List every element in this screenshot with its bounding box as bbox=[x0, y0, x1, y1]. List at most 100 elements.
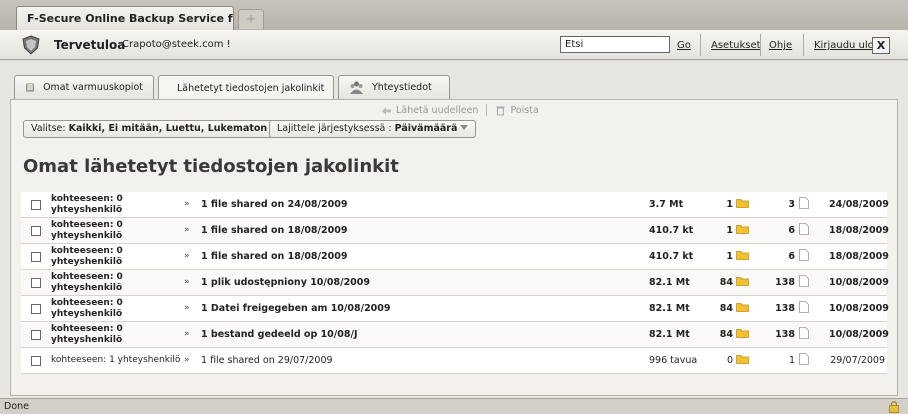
trash-icon bbox=[496, 106, 505, 115]
recipient-line-2: yhteyshenkilö bbox=[51, 231, 123, 241]
status-text: Done bbox=[4, 401, 29, 412]
folder-icon bbox=[736, 277, 749, 286]
tab-my-backups[interactable]: Omat varmuuskopiot bbox=[14, 75, 154, 99]
folder-icon bbox=[736, 355, 749, 364]
row-checkbox[interactable] bbox=[31, 330, 41, 340]
table-row[interactable]: kohteeseen: 1 yhteyshenkilö» 1 file share… bbox=[21, 348, 887, 374]
share-description[interactable]: 1 file shared on 29/07/2009 bbox=[201, 355, 333, 366]
table-row[interactable]: kohteeseen: 0 yhteyshenkilö» 1 file shared… bbox=[21, 244, 889, 270]
share-date: 18/08/2009 bbox=[829, 251, 889, 262]
lock-icon bbox=[889, 401, 899, 413]
divider bbox=[700, 34, 701, 56]
row-checkbox[interactable] bbox=[31, 200, 41, 210]
share-description[interactable]: 1 bestand gedeeld op 10/08/J bbox=[201, 329, 357, 340]
app-header: Tervetuloa Crapoto@steek.com ! Go Asetuk… bbox=[0, 30, 908, 60]
table-row[interactable]: kohteeseen: 0 yhteyshenkilö» 1 file shared… bbox=[21, 192, 889, 218]
row-checkbox[interactable] bbox=[31, 252, 41, 262]
folder-count-value: 1 bbox=[726, 225, 733, 236]
share-date: 24/08/2009 bbox=[829, 199, 889, 210]
share-description[interactable]: 1 Datei freigegeben am 10/08/2009 bbox=[201, 303, 391, 314]
file-icon bbox=[799, 327, 809, 339]
contacts-icon bbox=[350, 81, 363, 94]
file-count-value: 138 bbox=[775, 329, 795, 340]
share-size: 410.7 kt bbox=[649, 251, 694, 262]
filter-options[interactable]: Kaikki, Ei mitään, Luettu, Lukematon bbox=[69, 123, 268, 134]
file-count-value: 3 bbox=[788, 199, 795, 210]
recipient-cell: kohteeseen: 0 yhteyshenkilö bbox=[51, 324, 181, 346]
file-icon bbox=[799, 353, 809, 365]
row-checkbox[interactable] bbox=[31, 356, 41, 366]
file-count-value: 6 bbox=[788, 225, 795, 236]
recipient-line-1: kohteeseen: 0 bbox=[51, 246, 123, 256]
logout-link[interactable]: Kirjaudu ulos bbox=[814, 40, 879, 51]
folder-count: 84 bbox=[709, 303, 749, 314]
share-size: 82.1 Mt bbox=[649, 277, 690, 288]
resend-button[interactable]: Lähetä uudelleen bbox=[396, 105, 478, 116]
file-icon bbox=[799, 249, 809, 261]
table-row[interactable]: kohteeseen: 0 yhteyshenkilö» 1 bestand ged… bbox=[21, 322, 889, 348]
browser-tab-strip: F-Secure Online Backup Service for C... … bbox=[0, 0, 908, 30]
share-date: 10/08/2009 bbox=[829, 277, 889, 288]
table-row[interactable]: kohteeseen: 0 yhteyshenkilö » 1 plik udostę… bbox=[21, 270, 889, 296]
new-tab-button[interactable]: + bbox=[238, 9, 264, 29]
folder-count-value: 1 bbox=[726, 251, 733, 262]
resend-icon bbox=[382, 106, 391, 115]
share-description[interactable]: 1 file shared on 18/08/2009 bbox=[201, 225, 347, 236]
share-date: 29/07/2009 bbox=[830, 355, 885, 366]
fsecure-logo-icon bbox=[22, 35, 40, 55]
go-button[interactable]: Go bbox=[677, 40, 691, 51]
recipient-cell: kohteeseen: 0 yhteyshenkilö bbox=[51, 194, 181, 216]
sort-prefix: Lajittele järjestyksessä : bbox=[277, 123, 395, 134]
row-checkbox[interactable] bbox=[31, 278, 41, 288]
folder-icon bbox=[736, 199, 749, 208]
recipient-line-1: kohteeseen: 0 bbox=[51, 272, 123, 282]
browser-tab[interactable]: F-Secure Online Backup Service for C... bbox=[16, 6, 234, 30]
file-count: 3 bbox=[763, 197, 809, 210]
share-date: 18/08/2009 bbox=[829, 225, 889, 236]
expand-icon[interactable]: » bbox=[184, 225, 190, 235]
row-checkbox[interactable] bbox=[31, 304, 41, 314]
file-count: 138 bbox=[763, 275, 809, 288]
welcome-text: Tervetuloa bbox=[54, 38, 126, 52]
folder-icon bbox=[736, 329, 749, 338]
settings-link[interactable]: Asetukset bbox=[711, 40, 761, 51]
share-description[interactable]: 1 plik udostępniony 10/08/2009 bbox=[201, 277, 370, 288]
share-size: 410.7 kt bbox=[649, 225, 694, 236]
share-size: 82.1 Mt bbox=[649, 303, 690, 314]
divider bbox=[760, 34, 761, 56]
table-row[interactable]: kohteeseen: 0 yhteyshenkilö» 1 file shared… bbox=[21, 218, 889, 244]
sort-dropdown[interactable]: Lajittele järjestyksessä : Päivämäärä bbox=[269, 120, 477, 138]
table-row[interactable]: kohteeseen: 0 yhteyshenkilö» 1 Datei freig… bbox=[21, 296, 889, 322]
close-button[interactable]: X bbox=[872, 37, 890, 54]
share-description[interactable]: 1 file shared on 24/08/2009 bbox=[201, 199, 347, 210]
shares-table: kohteeseen: 0 yhteyshenkilö» 1 file shared… bbox=[21, 192, 889, 374]
row-checkbox[interactable] bbox=[31, 226, 41, 236]
divider bbox=[803, 34, 804, 56]
main-content: Omat varmuuskopiot Lähetetyt tiedostojen… bbox=[0, 61, 908, 398]
help-link[interactable]: Ohje bbox=[769, 40, 792, 51]
recipient-cell: kohteeseen: 0 yhteyshenkilö bbox=[51, 246, 181, 268]
expand-icon[interactable]: » bbox=[184, 355, 190, 365]
recipient-line-2: yhteyshenkilö bbox=[51, 283, 123, 293]
folder-count-value: 84 bbox=[719, 277, 733, 288]
tab-sent-share-links[interactable]: Lähetetyt tiedostojen jakolinkit bbox=[158, 75, 334, 100]
expand-icon[interactable]: » bbox=[184, 329, 190, 339]
expand-icon[interactable]: » bbox=[184, 199, 190, 209]
select-filter[interactable]: Valitse: Kaikki, Ei mitään, Luettu, Luke… bbox=[23, 120, 276, 138]
browser-tab-title: F-Secure Online Backup Service for C... bbox=[27, 12, 233, 25]
status-bar: Done bbox=[0, 398, 908, 414]
search-input[interactable] bbox=[560, 36, 670, 53]
delete-button[interactable]: Poista bbox=[510, 105, 538, 116]
expand-icon[interactable]: » bbox=[184, 303, 190, 313]
share-size: 3.7 Mt bbox=[649, 199, 684, 210]
expand-icon[interactable]: » bbox=[184, 277, 190, 287]
share-size: 82.1 Mt bbox=[649, 329, 690, 340]
share-description[interactable]: 1 file shared on 18/08/2009 bbox=[201, 251, 347, 262]
file-count-value: 138 bbox=[775, 303, 795, 314]
tab-contacts[interactable]: Yhteystiedot bbox=[338, 75, 450, 99]
file-icon bbox=[799, 275, 809, 287]
tab-label: Lähetetyt tiedostojen jakolinkit bbox=[177, 82, 325, 94]
expand-icon[interactable]: » bbox=[184, 251, 190, 261]
folder-count-value: 84 bbox=[719, 329, 733, 340]
share-date: 10/08/2009 bbox=[829, 329, 889, 340]
